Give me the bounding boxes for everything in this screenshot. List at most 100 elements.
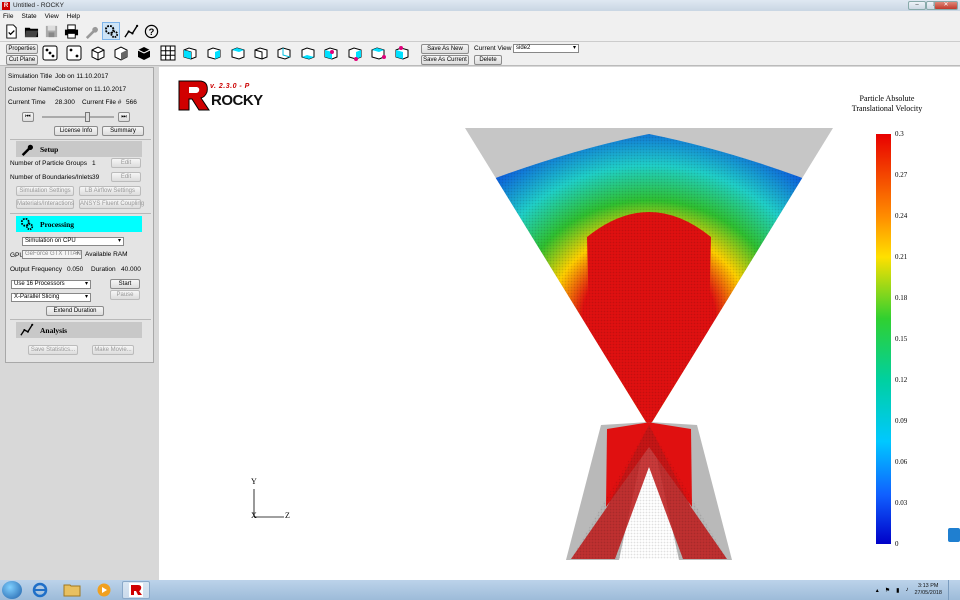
print-icon[interactable]	[62, 22, 80, 40]
colorbar-tick-label: 0.12	[895, 376, 908, 384]
output-frequency-value[interactable]: 0.050	[67, 266, 83, 273]
save-statistics-button[interactable]: Save Statistics...	[28, 345, 78, 355]
properties-button[interactable]: Properties	[6, 44, 38, 54]
tray-arrow-icon[interactable]: ▴	[876, 587, 879, 594]
time-slider-thumb[interactable]	[85, 112, 90, 122]
processors-select[interactable]: Use 16 Processors	[11, 280, 91, 289]
colorbar-title-line1: Particle Absolute	[859, 94, 915, 103]
pause-button[interactable]: Pause	[110, 290, 140, 300]
taskbar-media-icon[interactable]	[90, 581, 118, 599]
colorbar-tick-label: 0.18	[895, 294, 908, 302]
save-as-new-button[interactable]: Save As New	[421, 44, 469, 54]
start-button[interactable]: Start	[110, 279, 140, 289]
close-button[interactable]: ✕	[934, 1, 958, 10]
taskbar-ie-icon[interactable]	[26, 581, 54, 599]
menu-file[interactable]: File	[3, 13, 13, 20]
view-iso-2-icon[interactable]	[347, 45, 365, 63]
wrench-icon	[21, 144, 34, 156]
colorbar-tick-label: 0.06	[895, 458, 908, 466]
show-desktop-button[interactable]	[948, 580, 956, 600]
tray-network-icon[interactable]: ▮	[896, 587, 899, 594]
wireframe-cube-icon[interactable]	[90, 45, 108, 63]
available-ram-label: Available RAM	[85, 251, 128, 258]
current-view-select[interactable]: side2	[513, 44, 579, 53]
save-as-current-button[interactable]: Save As Current	[421, 55, 469, 65]
solid-cube-icon[interactable]	[136, 45, 154, 63]
colorbar-tick-label: 0.3	[895, 130, 904, 138]
open-folder-icon[interactable]	[22, 22, 40, 40]
tray-volume-icon[interactable]: ♪	[905, 587, 908, 593]
menu-help[interactable]: Help	[67, 13, 80, 20]
time-slider-track[interactable]	[42, 116, 114, 118]
menu-view[interactable]: View	[45, 13, 59, 20]
analysis-graph-icon[interactable]	[122, 22, 140, 40]
shaded-cube-icon[interactable]	[113, 45, 131, 63]
colorbar-tick-label: 0.24	[895, 212, 908, 220]
simulation-settings-button[interactable]: Simulation Settings	[16, 186, 74, 196]
analysis-header[interactable]: Analysis	[16, 322, 142, 338]
colorbar-title: Particle Absolute Translational Velocity	[827, 94, 947, 114]
start-button[interactable]	[2, 581, 22, 599]
view-top-icon[interactable]	[276, 45, 294, 63]
main-toolbar: ?	[0, 21, 960, 42]
first-frame-button[interactable]: ⏮	[22, 112, 34, 122]
save-disk-icon[interactable]	[42, 22, 60, 40]
edit-boundaries-button[interactable]: Edit	[111, 172, 141, 182]
view-bottom-icon[interactable]	[300, 45, 318, 63]
setup-header[interactable]: Setup	[16, 141, 142, 157]
cut-plane-button[interactable]: Cut Plane	[6, 55, 38, 65]
control-panel: Simulation Title Job on 11.10.2017 Custo…	[5, 67, 154, 363]
colorbar-tick-label: 0.03	[895, 499, 908, 507]
view-iso-4-icon[interactable]	[394, 45, 412, 63]
ansys-fluent-coupling-button[interactable]: ANSYS Fluent Coupling	[79, 199, 144, 209]
simulation-viewport[interactable]: v. 2.3.0 - P ROCKY Particle Absolute Tra…	[159, 67, 960, 580]
materials-interactions-button[interactable]: Materials/Interactions	[16, 199, 74, 209]
simulation-title-value: Job on 11.10.2017	[55, 73, 109, 80]
processing-gears-icon[interactable]	[102, 22, 120, 40]
colorbar-tick-label: 0.21	[895, 253, 908, 261]
processing-title: Processing	[40, 219, 75, 229]
edit-particle-groups-button[interactable]: Edit	[111, 158, 141, 168]
processing-header[interactable]: Processing	[16, 216, 142, 232]
x-axis-label: X	[251, 511, 257, 520]
license-info-button[interactable]: License Info	[54, 126, 98, 136]
slicing-select[interactable]: X-Parallel Slicing	[11, 293, 91, 302]
help-icon[interactable]: ?	[142, 22, 160, 40]
divider	[10, 319, 151, 320]
menu-bar: File State View Help	[0, 11, 960, 21]
wrench-icon[interactable]	[82, 22, 100, 40]
summary-button[interactable]: Summary	[102, 126, 144, 136]
dice-view-icon[interactable]	[42, 45, 60, 63]
make-movie-button[interactable]: Make Movie...	[92, 345, 134, 355]
last-frame-button[interactable]: ⏭	[118, 112, 130, 122]
view-back-icon[interactable]	[206, 45, 224, 63]
view-right-icon[interactable]	[253, 45, 271, 63]
grid-icon[interactable]	[160, 45, 178, 63]
taskbar-rocky-icon[interactable]	[122, 581, 150, 599]
view-iso-1-icon[interactable]	[323, 45, 341, 63]
taskbar-clock[interactable]: 3:13 PM 27/05/2018	[914, 583, 942, 597]
taskbar-explorer-icon[interactable]	[58, 581, 86, 599]
colorbar-tick-label: 0	[895, 540, 899, 548]
menu-state[interactable]: State	[21, 13, 36, 20]
view-left-icon[interactable]	[230, 45, 248, 63]
new-document-icon[interactable]	[2, 22, 20, 40]
side-panel-tab-icon[interactable]	[948, 528, 960, 542]
view-front-icon[interactable]	[182, 45, 200, 63]
duration-value[interactable]: 40.000	[121, 266, 141, 273]
extend-duration-button[interactable]: Extend Duration	[46, 306, 104, 316]
gpu-select[interactable]: GeForce GTX TITAN	[22, 250, 82, 259]
minimize-button[interactable]: –	[908, 1, 926, 10]
view-iso-3-icon[interactable]	[370, 45, 388, 63]
dice-view-2-icon[interactable]	[66, 45, 84, 63]
delete-view-button[interactable]: Delete	[474, 55, 502, 65]
lb-airflow-settings-button[interactable]: LB Airflow Settings	[79, 186, 141, 196]
divider	[10, 139, 151, 140]
tray-flag-icon[interactable]: ⚑	[885, 587, 890, 594]
simulation-render	[253, 128, 833, 560]
particle-groups-label: Number of Particle Groups	[10, 160, 87, 167]
current-time-label: Current Time	[8, 99, 46, 106]
colorbar-tick-label: 0.15	[895, 335, 908, 343]
simulation-mode-select[interactable]: Simulation on CPU	[22, 237, 124, 246]
title-bar: R Untitled - ROCKY – □ ✕	[0, 0, 960, 11]
